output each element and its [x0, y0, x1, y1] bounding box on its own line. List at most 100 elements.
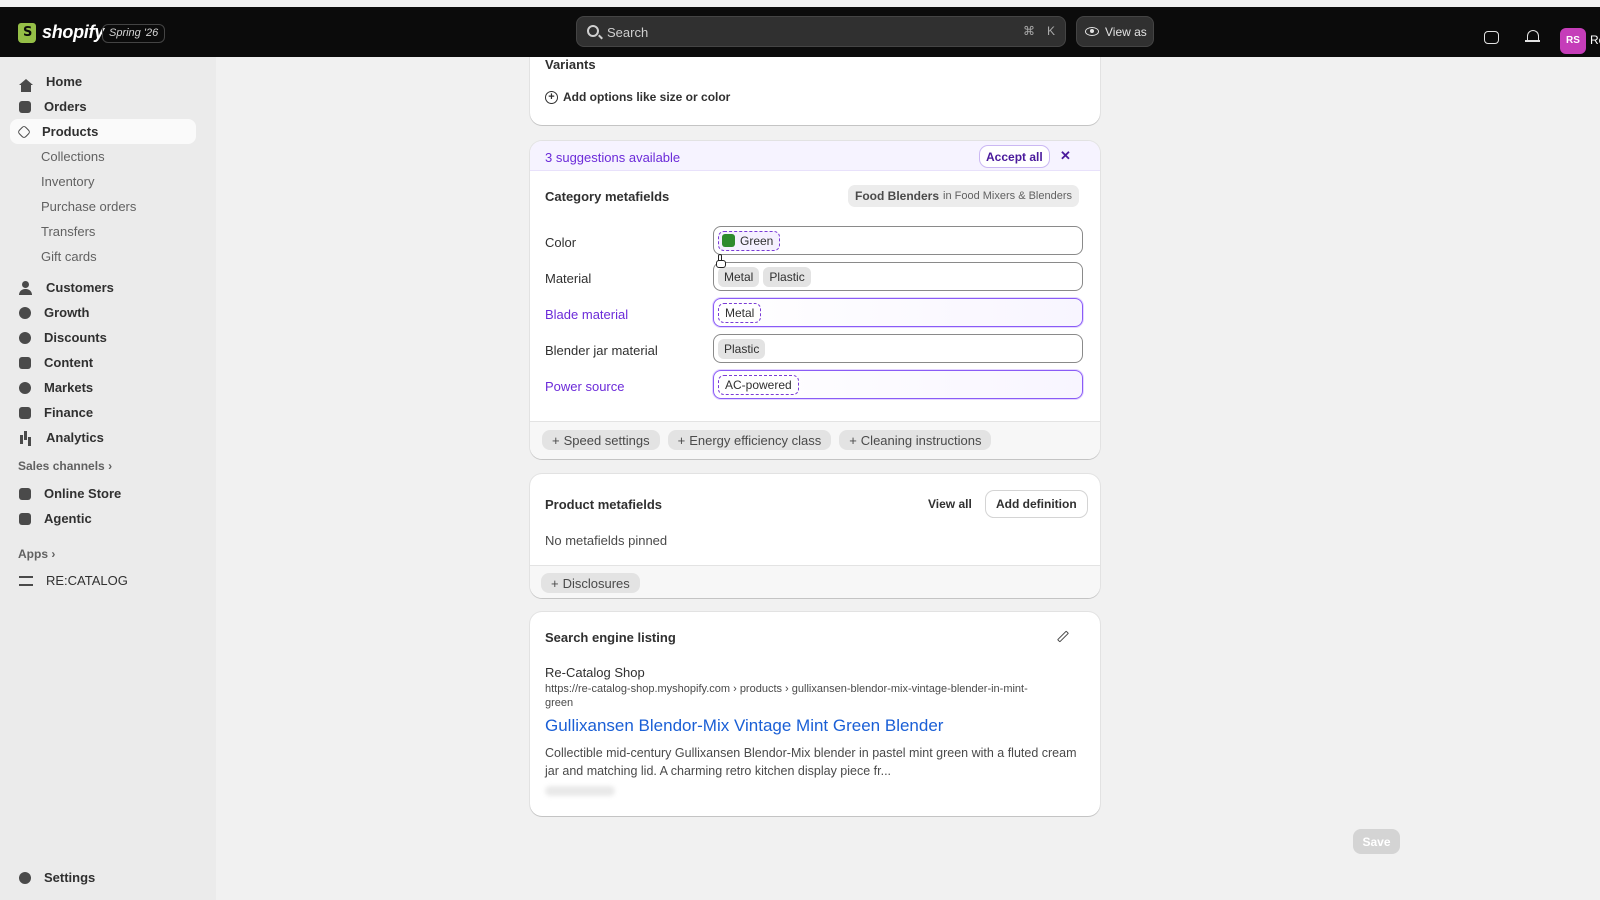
chip-label: Cleaning instructions	[860, 432, 982, 448]
sidebar-item-markets[interactable]: Markets	[10, 375, 196, 400]
sidebar-item-label: Orders	[44, 99, 87, 114]
avatar[interactable]: RS	[1560, 28, 1586, 54]
blade-material-value-pill[interactable]: Metal	[718, 302, 762, 323]
bell-icon[interactable]	[1525, 29, 1541, 45]
plus-icon: +	[552, 432, 560, 448]
orders-icon	[19, 100, 31, 113]
metafield-label-material: Material	[545, 271, 592, 286]
blade-material-field[interactable]: Metal	[713, 298, 1083, 327]
metafield-label-color: Color	[545, 235, 577, 250]
sidebar-item-home[interactable]: Home	[10, 69, 196, 94]
apps-heading[interactable]: Apps ›	[18, 547, 55, 561]
search-input[interactable]: Search ⌘ K	[576, 16, 1066, 47]
sidebar-item-label: Products	[42, 124, 99, 139]
sidebar-item-gift-cards[interactable]: Gift cards	[41, 249, 97, 264]
recatalog-icon	[19, 575, 33, 586]
add-options-button[interactable]: + Add options like size or color	[545, 90, 730, 104]
sidebar-item-inventory[interactable]: Inventory	[41, 174, 94, 189]
close-icon[interactable]: ✕	[1060, 148, 1071, 164]
metafield-label-blade-material: Blade material	[545, 307, 629, 322]
metafield-label-jar-material: Blender jar material	[545, 343, 658, 358]
power-source-field[interactable]: AC-powered	[713, 370, 1083, 399]
sidebar-item-customers[interactable]: Customers	[10, 275, 196, 300]
category-path: in Food Mixers & Blenders	[943, 190, 1073, 202]
jar-material-value-pill[interactable]: Plastic	[718, 338, 766, 359]
sidebar-item-label: Customers	[46, 280, 114, 295]
growth-icon	[19, 306, 31, 319]
view-all-link[interactable]: View all	[928, 497, 972, 511]
add-energy-efficiency-button[interactable]: + Energy efficiency class	[667, 430, 832, 450]
bank-icon	[19, 406, 31, 419]
add-cleaning-instructions-button[interactable]: + Cleaning instructions	[839, 430, 992, 450]
shortcut-key: K	[1046, 24, 1055, 38]
sidebar-item-recatalog[interactable]: RE:CATALOG	[10, 568, 196, 593]
category-metafields-title: Category metafields	[545, 189, 670, 204]
pencil-icon[interactable]	[1056, 630, 1070, 644]
material-value-pill[interactable]: Metal	[718, 266, 760, 287]
shopify-logo[interactable]: shopify	[18, 22, 104, 43]
add-disclosures-button[interactable]: + Disclosures	[541, 573, 640, 593]
sidebar-item-agentic[interactable]: Agentic	[10, 506, 196, 531]
edition-badge: Spring '26	[102, 24, 166, 43]
sidebar-item-orders[interactable]: Orders	[10, 94, 196, 119]
seo-price-placeholder	[545, 786, 615, 796]
category-badge[interactable]: Food Blenders in Food Mixers & Blenders	[848, 185, 1080, 207]
search-shortcut: ⌘ K	[1023, 24, 1055, 38]
add-definition-button[interactable]: Add definition	[986, 491, 1087, 517]
category-metafields-card: 3 suggestions available Accept all ✕ Cat…	[530, 141, 1100, 459]
bar-chart-icon	[19, 431, 33, 445]
eye-icon	[1085, 27, 1099, 36]
sales-channels-heading[interactable]: Sales channels ›	[18, 459, 112, 473]
search-icon	[587, 25, 599, 37]
seo-description: Collectible mid-century Gullixansen Blen…	[545, 746, 1077, 778]
save-button[interactable]: Save	[1353, 829, 1400, 854]
discount-icon	[19, 331, 31, 344]
suggestions-count: 3 suggestions available	[545, 150, 681, 165]
view-as-button[interactable]: View as	[1076, 16, 1154, 47]
color-value-pill[interactable]: Green	[718, 230, 781, 251]
plus-icon: +	[551, 575, 559, 591]
main-content: Variants + Add options like size or colo…	[216, 57, 1600, 900]
power-source-value-pill[interactable]: AC-powered	[718, 374, 799, 395]
sidebar-item-online-store[interactable]: Online Store	[10, 481, 196, 506]
gear-icon	[19, 871, 31, 884]
accept-all-button[interactable]: Accept all	[980, 146, 1049, 167]
add-product-metafield-bar: + Disclosures	[530, 565, 1100, 598]
command-key-icon: ⌘	[1022, 24, 1035, 38]
color-field[interactable]: Green	[713, 226, 1083, 255]
sidebar-item-collections[interactable]: Collections	[41, 149, 105, 164]
material-field[interactable]: Metal Plastic	[713, 262, 1083, 291]
brand-name: shopify	[42, 22, 104, 42]
chevron-right-icon: ›	[51, 547, 56, 561]
store-name[interactable]: Re	[1590, 33, 1600, 47]
sidebar-item-content[interactable]: Content	[10, 350, 196, 375]
sidebar-item-analytics[interactable]: Analytics	[10, 425, 196, 450]
product-metafields-title: Product metafields	[545, 497, 663, 512]
seo-title: Search engine listing	[545, 630, 676, 645]
search-placeholder: Search	[607, 25, 649, 40]
sidebar-item-finance[interactable]: Finance	[10, 400, 196, 425]
sidebar-item-label: Analytics	[46, 430, 104, 445]
variants-title: Variants	[545, 57, 596, 72]
chip-label: Disclosures	[562, 575, 630, 591]
chip-label: Energy efficiency class	[689, 432, 822, 448]
sidebar-item-purchase-orders[interactable]: Purchase orders	[41, 199, 136, 214]
store-icon	[19, 487, 31, 500]
chip-label: Speed settings	[563, 432, 650, 448]
sidebar-item-discounts[interactable]: Discounts	[10, 325, 196, 350]
globe-icon	[19, 381, 31, 394]
add-metafield-bar: + Speed settings + Energy efficiency class…	[530, 421, 1100, 459]
sidebar-item-label: Growth	[44, 305, 90, 320]
person-icon	[19, 280, 33, 295]
add-speed-settings-button[interactable]: + Speed settings	[542, 430, 660, 450]
material-value-pill[interactable]: Plastic	[763, 266, 811, 287]
metafield-label-power-source: Power source	[545, 379, 625, 394]
sidebar-item-settings[interactable]: Settings	[10, 865, 196, 890]
database-icon[interactable]	[1484, 31, 1499, 44]
top-bar: shopify Spring '26 Search ⌘ K View as RS…	[0, 7, 1600, 57]
sidebar-item-transfers[interactable]: Transfers	[41, 224, 95, 239]
jar-material-field[interactable]: Plastic	[713, 334, 1083, 363]
sidebar-item-growth[interactable]: Growth	[10, 300, 196, 325]
seo-shop-name: Re-Catalog Shop	[545, 665, 645, 680]
sidebar-item-products[interactable]: Products	[10, 119, 196, 144]
